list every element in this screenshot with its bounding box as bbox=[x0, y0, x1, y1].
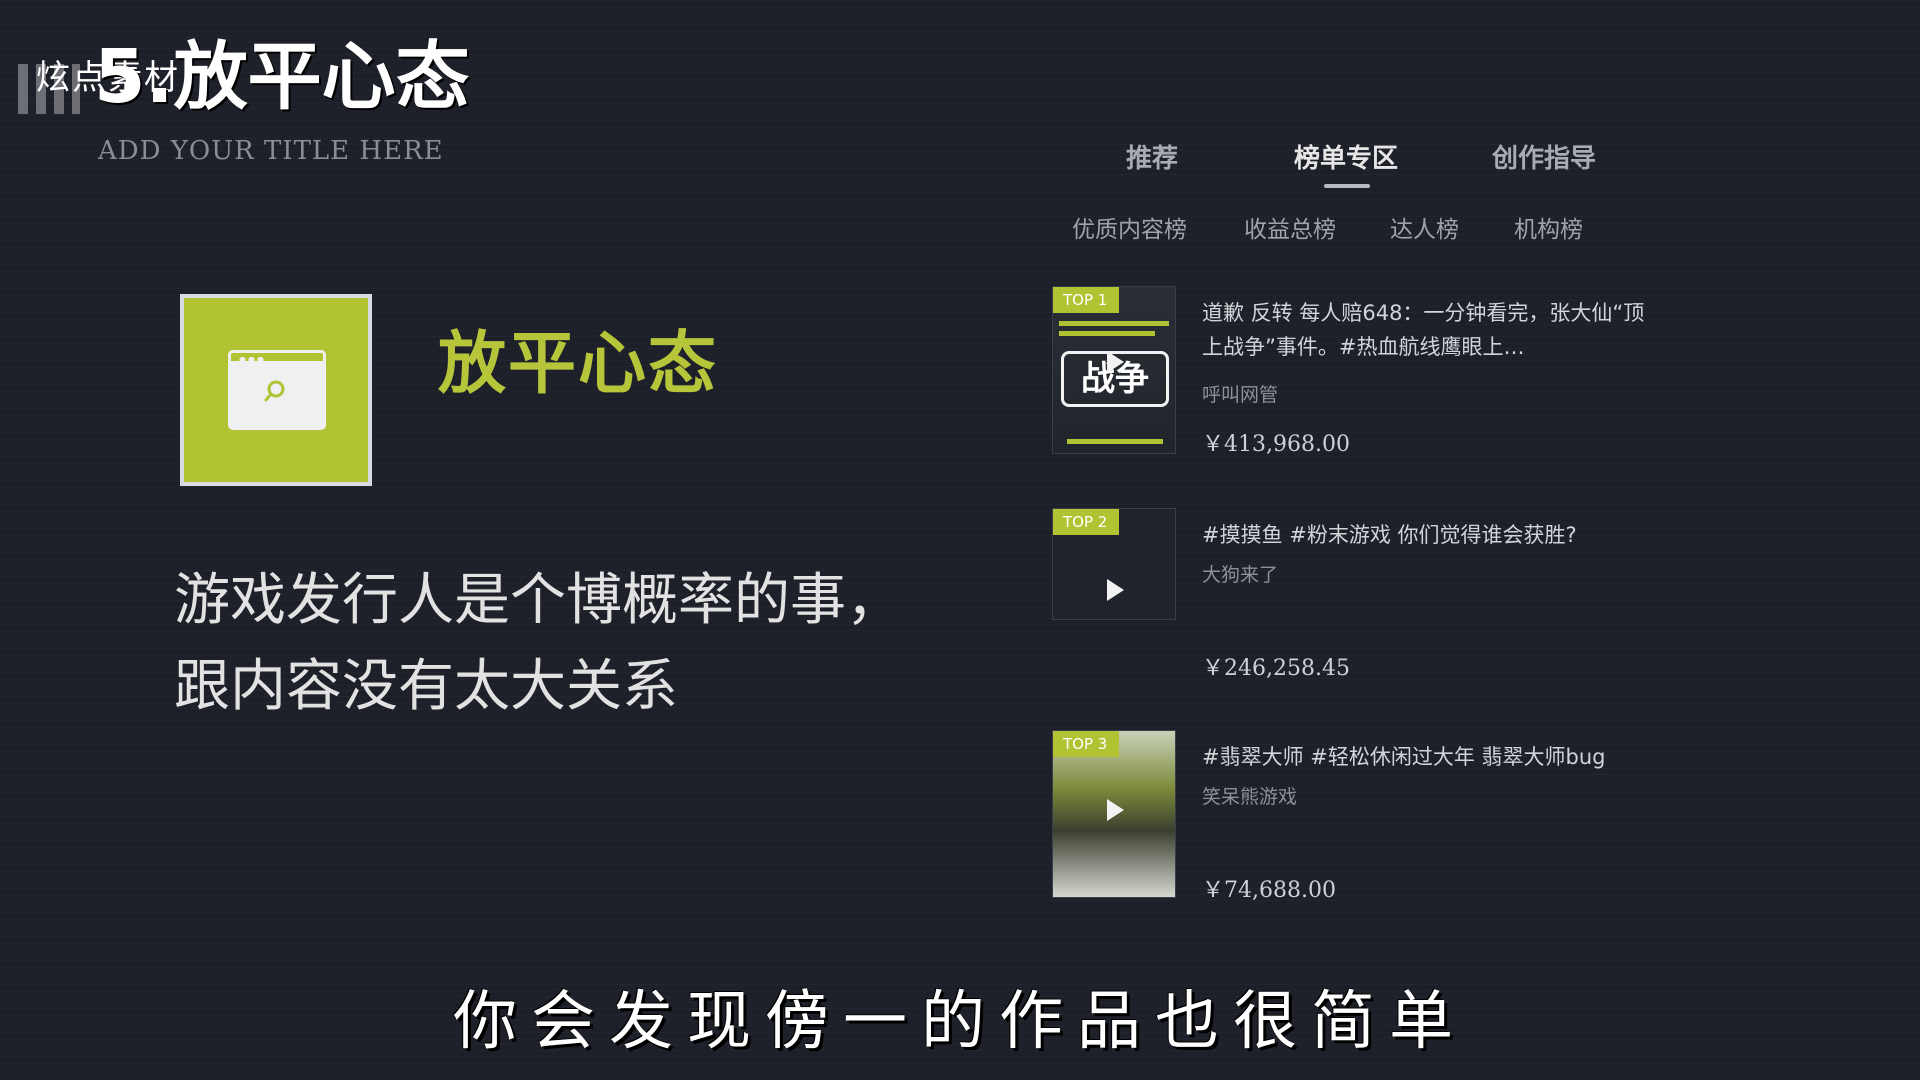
ranking-panel: 推荐 榜单专区 创作指导 优质内容榜 收益总榜 达人榜 机构榜 TOP 1 战争… bbox=[1010, 112, 1690, 932]
item-amount: ￥413,968.00 bbox=[1202, 432, 1350, 457]
item-author: 笑呆熊游戏 bbox=[1202, 786, 1298, 808]
tab-rankings[interactable]: 榜单专区 bbox=[1294, 138, 1398, 175]
item-title[interactable]: 道歉 反转 每人赔648：一分钟看完，张大仙“顶上战争”事件。#热血航线鹰眼上… bbox=[1202, 296, 1662, 364]
body-line: 游戏发行人是个博概率的事， bbox=[174, 568, 902, 633]
rank-badge: TOP 1 bbox=[1053, 287, 1120, 313]
item-author: 大狗来了 bbox=[1202, 564, 1279, 586]
video-thumbnail[interactable]: TOP 3 bbox=[1052, 730, 1176, 898]
list-item[interactable]: TOP 1 战争 道歉 反转 每人赔648：一分钟看完，张大仙“顶上战争”事件。… bbox=[1052, 286, 1672, 457]
slide-body: 游戏发行人是个博概率的事， 跟内容没有太大关系 bbox=[174, 558, 902, 730]
slide-heading: 放平心态 bbox=[438, 325, 719, 404]
item-title[interactable]: #摸摸鱼 #粉末游戏 你们觉得谁会获胜? bbox=[1202, 518, 1662, 552]
rank-badge: TOP 2 bbox=[1053, 509, 1120, 535]
browser-search-icon-box: ●●● bbox=[180, 294, 372, 486]
item-author: 呼叫网管 bbox=[1202, 384, 1279, 406]
item-amount: ￥74,688.00 bbox=[1202, 878, 1336, 903]
body-line: 跟内容没有太大关系 bbox=[174, 654, 678, 719]
main-tabs: 推荐 榜单专区 创作指导 bbox=[1010, 126, 1690, 188]
video-thumbnail[interactable]: TOP 2 bbox=[1052, 508, 1176, 620]
play-icon bbox=[1107, 351, 1124, 373]
play-icon bbox=[1107, 799, 1124, 821]
browser-window-icon: ●●● bbox=[228, 350, 326, 430]
subtab-agencies[interactable]: 机构榜 bbox=[1514, 210, 1583, 244]
video-thumbnail[interactable]: TOP 1 战争 bbox=[1052, 286, 1176, 454]
thumb-decoration bbox=[1059, 321, 1169, 326]
section-title: 5.放平心态 bbox=[94, 34, 470, 120]
subtab-creators[interactable]: 达人榜 bbox=[1390, 210, 1459, 244]
video-subtitle-caption: 你会发现傍一的作品也很简单 bbox=[453, 985, 1467, 1059]
list-item[interactable]: TOP 2 #摸摸鱼 #粉末游戏 你们觉得谁会获胜? 大狗来了 ￥246,258… bbox=[1052, 508, 1672, 681]
tab-recommend[interactable]: 推荐 bbox=[1126, 138, 1178, 175]
browser-titlebar: ●●● bbox=[228, 350, 326, 364]
list-item[interactable]: TOP 3 #翡翠大师 #轻松休闲过大年 翡翠大师bug 笑呆熊游戏 ￥74,6… bbox=[1052, 730, 1672, 903]
item-title[interactable]: #翡翠大师 #轻松休闲过大年 翡翠大师bug bbox=[1202, 740, 1662, 774]
thumb-decoration bbox=[1067, 439, 1163, 444]
rank-badge: TOP 3 bbox=[1053, 731, 1120, 757]
subtab-total-earnings[interactable]: 收益总榜 bbox=[1244, 210, 1336, 244]
item-amount: ￥246,258.45 bbox=[1202, 656, 1350, 681]
play-icon bbox=[1107, 579, 1124, 601]
thumb-decoration bbox=[1059, 331, 1155, 336]
section-subtitle: ADD YOUR TITLE HERE bbox=[98, 136, 444, 166]
active-tab-underline bbox=[1324, 184, 1370, 188]
tab-creation-guide[interactable]: 创作指导 bbox=[1492, 138, 1596, 175]
ranking-subtabs: 优质内容榜 收益总榜 达人榜 机构榜 bbox=[1010, 210, 1690, 250]
window-dots-icon: ●●● bbox=[239, 355, 266, 364]
subtab-quality-content[interactable]: 优质内容榜 bbox=[1072, 210, 1187, 244]
search-icon bbox=[264, 380, 285, 402]
